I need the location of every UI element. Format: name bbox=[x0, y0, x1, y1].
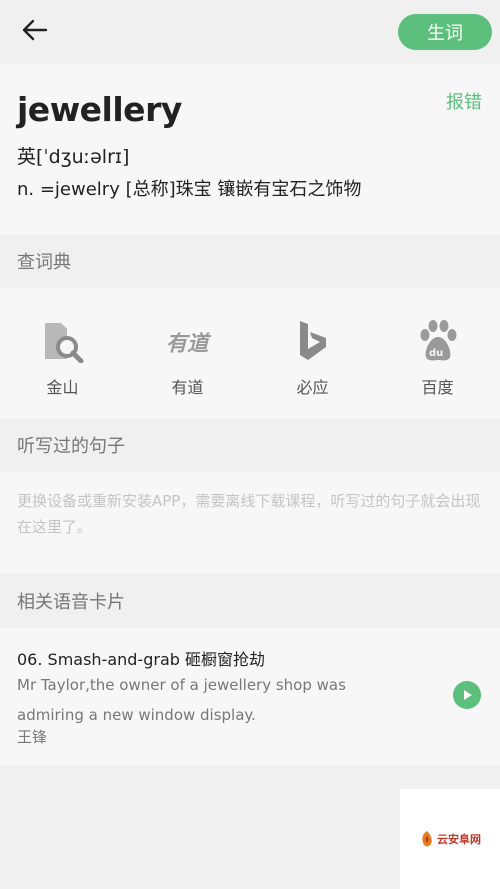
section-header-dictation: 听写过的句子 bbox=[0, 418, 500, 472]
watermark-logo-icon bbox=[422, 831, 432, 847]
watermark-text: 云安阜网 bbox=[437, 833, 481, 846]
dict-label-baidu: 百度 bbox=[421, 378, 454, 397]
voice-card[interactable]: 06. Smash-and-grab 砸橱窗抢劫 Mr Taylor,the o… bbox=[0, 628, 500, 766]
dict-item-baidu[interactable]: du 百度 bbox=[375, 288, 500, 418]
word-title: jewellery bbox=[17, 90, 182, 129]
dict-label-jinshan: 金山 bbox=[46, 378, 79, 397]
dict-label-bing: 必应 bbox=[296, 378, 329, 397]
add-vocab-button[interactable]: 生词 bbox=[398, 14, 492, 50]
dict-item-jinshan[interactable]: 金山 bbox=[0, 288, 125, 418]
watermark-logo: 云安阜网 bbox=[419, 830, 481, 848]
dict-item-bing[interactable]: 必应 bbox=[250, 288, 375, 418]
voice-card-author: 王锋 bbox=[17, 728, 48, 746]
back-arrow-icon bbox=[20, 18, 48, 46]
play-icon bbox=[461, 686, 473, 705]
youdao-icon: 有道 bbox=[165, 318, 210, 364]
dictionary-list: 金山 有道 有道 必应 du 百度 bbox=[0, 288, 500, 418]
phonetic[interactable]: 英[ˈdʒuːəlrɪ] bbox=[17, 142, 129, 169]
jinshan-icon bbox=[40, 318, 86, 364]
section-header-voice-cards: 相关语音卡片 bbox=[0, 574, 500, 628]
section-header-dictionary: 查词典 bbox=[0, 234, 500, 288]
dictation-empty-message: 更换设备或重新安装APP，需要离线下载课程，听写过的句子就会出现在这里了。 bbox=[0, 472, 500, 574]
voice-card-title: 06. Smash-and-grab 砸橱窗抢劫 bbox=[17, 650, 265, 669]
dict-label-youdao: 有道 bbox=[171, 378, 204, 397]
word-card: jewellery 报错 英[ˈdʒuːəlrɪ] n. =jewelry [总… bbox=[0, 64, 500, 234]
report-error-link[interactable]: 报错 bbox=[446, 88, 482, 114]
watermark: 云安阜网 bbox=[400, 789, 500, 889]
baidu-icon: du bbox=[415, 318, 461, 364]
voice-card-description: Mr Taylor,the owner of a jewellery shop … bbox=[17, 676, 346, 724]
definition: n. =jewelry [总称]珠宝 镶嵌有宝石之饰物 bbox=[17, 179, 362, 200]
svg-text:du: du bbox=[429, 348, 443, 359]
svg-text:有道: 有道 bbox=[165, 331, 210, 356]
play-button[interactable] bbox=[453, 681, 481, 709]
back-button[interactable] bbox=[14, 14, 54, 50]
top-bar: 生词 bbox=[0, 0, 500, 64]
bing-icon bbox=[290, 318, 336, 364]
dict-item-youdao[interactable]: 有道 有道 bbox=[125, 288, 250, 418]
